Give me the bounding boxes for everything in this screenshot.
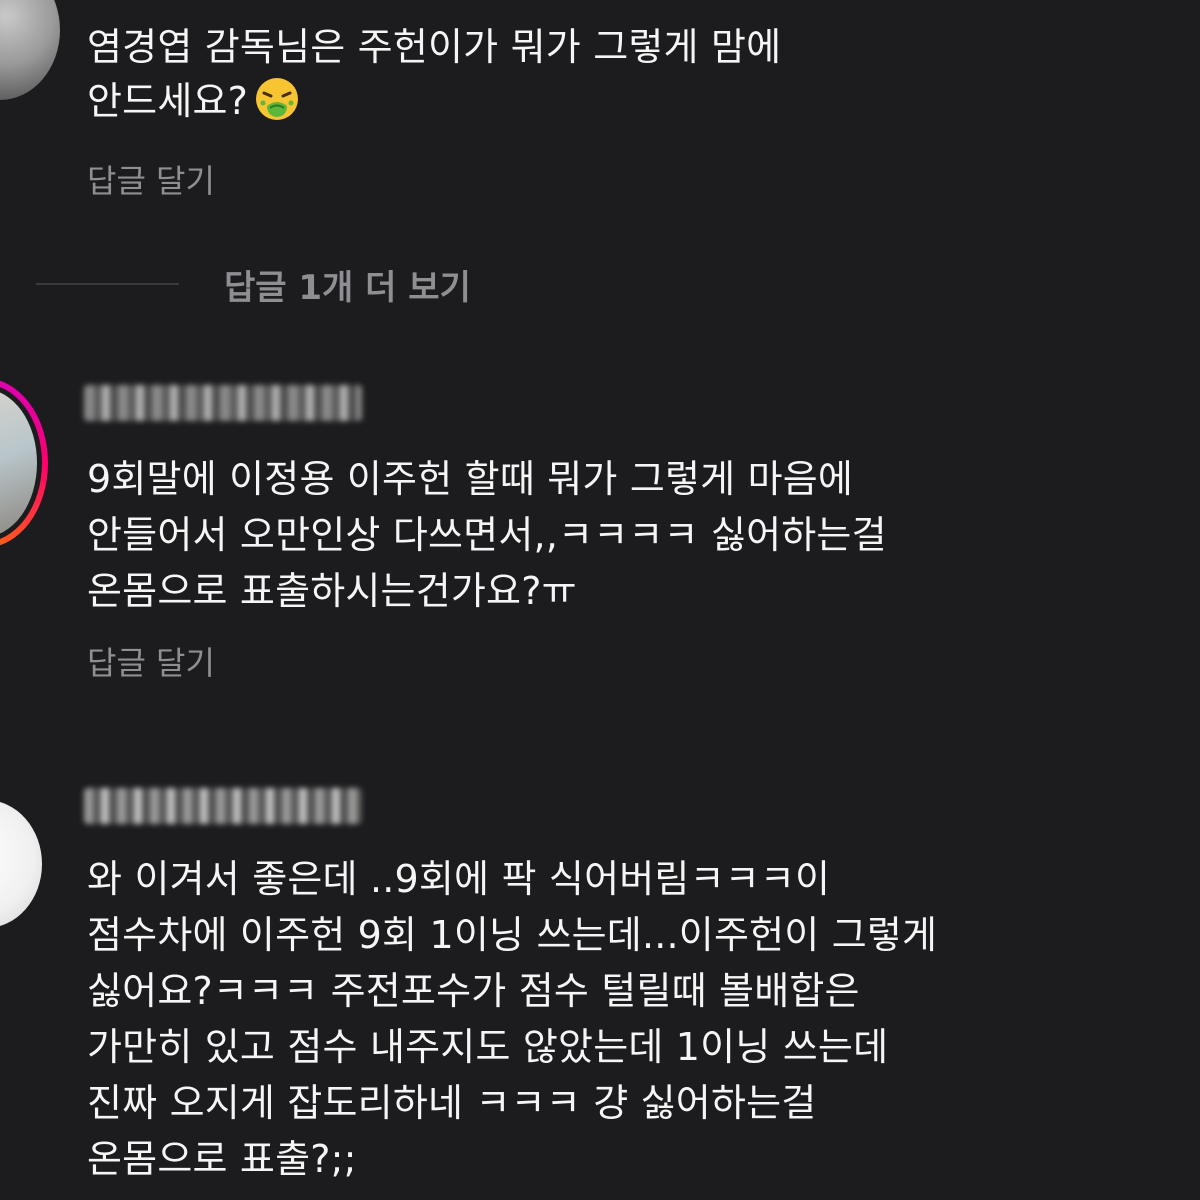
comment-line: 9회말에 이정용 이주헌 할때 뭐가 그렇게 마음에 — [87, 457, 854, 501]
comment-text: 안들어서 오만인상 다쓰면서,,ㅋㅋㅋㅋ 싫어하는걸 — [87, 508, 887, 562]
comment-line: 온몸으로 표출?;; — [87, 1137, 357, 1181]
reply-button[interactable]: 답글 달기 — [87, 638, 215, 684]
comment-text: 진짜 오지게 잡도리하네 ㅋㅋㅋ 걍 싫어하는걸 — [87, 1076, 816, 1130]
comment-text: 싫어요?ㅋㅋㅋ 주전포수가 점수 털릴때 볼배합은 — [87, 964, 860, 1018]
username-blurred[interactable] — [84, 788, 362, 824]
nauseated-face-icon — [256, 78, 299, 120]
comment-line: 온몸으로 표출하시는건가요?ㅠ — [87, 569, 577, 613]
avatar[interactable] — [0, 800, 42, 928]
comments-screen: 염경엽 감독님은 주헌이가 뭐가 그렇게 맘에 안드세요? 답글 달기 답글 1… — [0, 0, 1200, 1200]
comment-text: 9회말에 이정용 이주헌 할때 뭐가 그렇게 마음에 — [87, 452, 853, 506]
username-blurred[interactable] — [84, 385, 362, 421]
comment-text: 온몸으로 표출하시는건가요?ㅠ — [87, 564, 577, 618]
comment-line: 와 이겨서 좋은데 ..9회에 팍 식어버림ㅋㅋㅋ이 — [87, 857, 831, 901]
comment-text: 가만히 있고 점수 내주지도 않았는데 1이닝 쓰는데 — [87, 1020, 888, 1074]
avatar-photo — [0, 389, 37, 537]
comment-line: 싫어요?ㅋㅋㅋ 주전포수가 점수 털릴때 볼배합은 — [87, 969, 860, 1013]
comment-line: 가만히 있고 점수 내주지도 않았는데 1이닝 쓰는데 — [87, 1025, 889, 1069]
comment-text: 안드세요? — [87, 74, 300, 128]
comment-line: 안들어서 오만인상 다쓰면서,,ㅋㅋㅋㅋ 싫어하는걸 — [87, 513, 887, 557]
divider — [36, 283, 179, 285]
comment-text: 온몸으로 표출?;; — [87, 1132, 357, 1186]
comment-line: 점수차에 이주헌 9회 1이닝 쓰는데...이주헌이 그렇게 — [87, 913, 938, 957]
view-more-replies-button[interactable]: 답글 1개 더 보기 — [224, 260, 471, 309]
avatar[interactable] — [0, 378, 48, 548]
comment-text: 점수차에 이주헌 9회 1이닝 쓰는데...이주헌이 그렇게 — [87, 908, 937, 962]
comment-text: 와 이겨서 좋은데 ..9회에 팍 식어버림ㅋㅋㅋ이 — [87, 852, 830, 906]
comment-text: 염경엽 감독님은 주헌이가 뭐가 그렇게 맘에 — [87, 20, 781, 74]
comment-line: 염경엽 감독님은 주헌이가 뭐가 그렇게 맘에 — [87, 25, 782, 69]
reply-button[interactable]: 답글 달기 — [87, 156, 215, 202]
comment-line: 안드세요? — [87, 79, 249, 123]
avatar[interactable] — [0, 0, 60, 100]
comment-line: 진짜 오지게 잡도리하네 ㅋㅋㅋ 걍 싫어하는걸 — [87, 1081, 817, 1125]
